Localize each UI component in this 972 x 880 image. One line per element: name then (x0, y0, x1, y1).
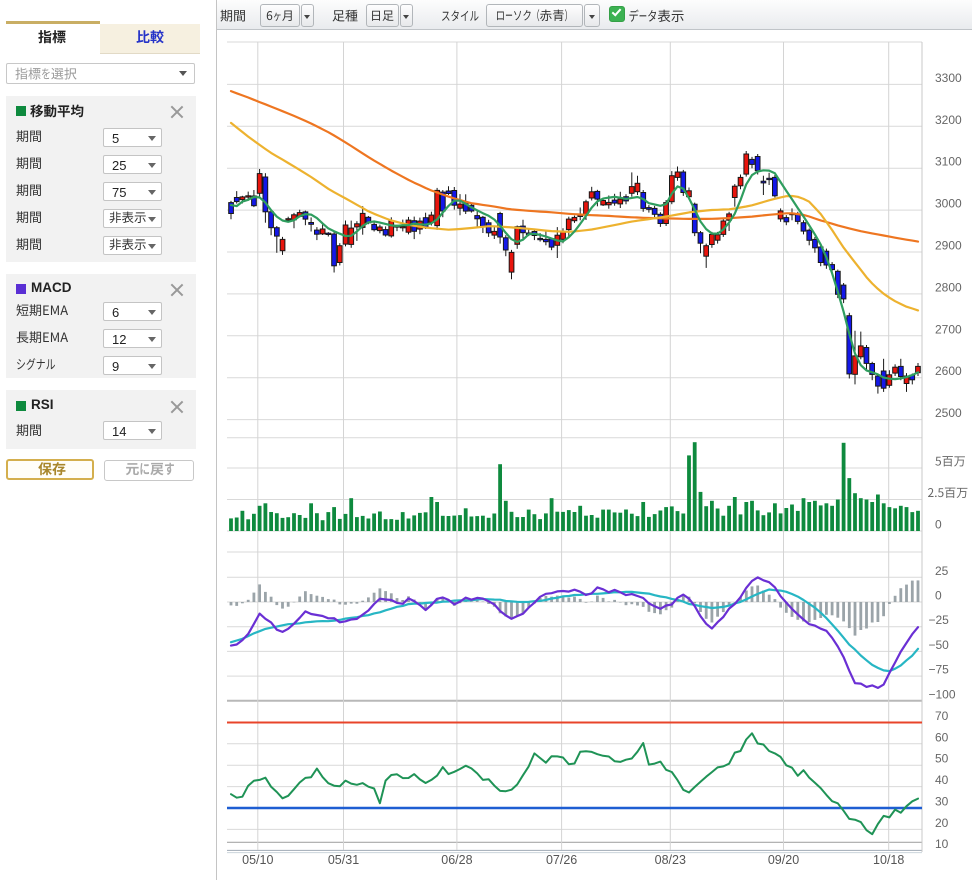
svg-text:70: 70 (935, 709, 949, 723)
svg-text:−25: −25 (929, 613, 950, 627)
svg-text:−50: −50 (929, 638, 950, 652)
svg-text:08/23: 08/23 (655, 853, 686, 867)
svg-text:2700: 2700 (935, 322, 962, 336)
svg-text:30: 30 (935, 795, 949, 809)
svg-text:60: 60 (935, 730, 949, 744)
svg-text:3000: 3000 (935, 197, 962, 211)
svg-text:50: 50 (935, 752, 949, 766)
svg-text:05/10: 05/10 (242, 853, 273, 867)
svg-text:2900: 2900 (935, 239, 962, 253)
svg-text:25: 25 (935, 564, 949, 578)
svg-text:3100: 3100 (935, 155, 962, 169)
svg-text:3300: 3300 (935, 71, 962, 85)
svg-text:07/26: 07/26 (546, 853, 577, 867)
svg-text:06/28: 06/28 (441, 853, 472, 867)
svg-text:2500: 2500 (935, 406, 962, 420)
svg-text:0: 0 (935, 518, 942, 532)
svg-text:09/20: 09/20 (768, 853, 799, 867)
svg-text:40: 40 (935, 773, 949, 787)
svg-text:0: 0 (935, 589, 942, 603)
svg-text:20: 20 (935, 816, 949, 830)
svg-text:10: 10 (935, 837, 949, 851)
svg-text:3200: 3200 (935, 113, 962, 127)
svg-text:2800: 2800 (935, 280, 962, 294)
svg-text:10/18: 10/18 (873, 853, 904, 867)
svg-text:05/31: 05/31 (328, 853, 359, 867)
svg-text:2600: 2600 (935, 364, 962, 378)
svg-text:−100: −100 (929, 687, 956, 701)
svg-text:−75: −75 (929, 663, 950, 677)
